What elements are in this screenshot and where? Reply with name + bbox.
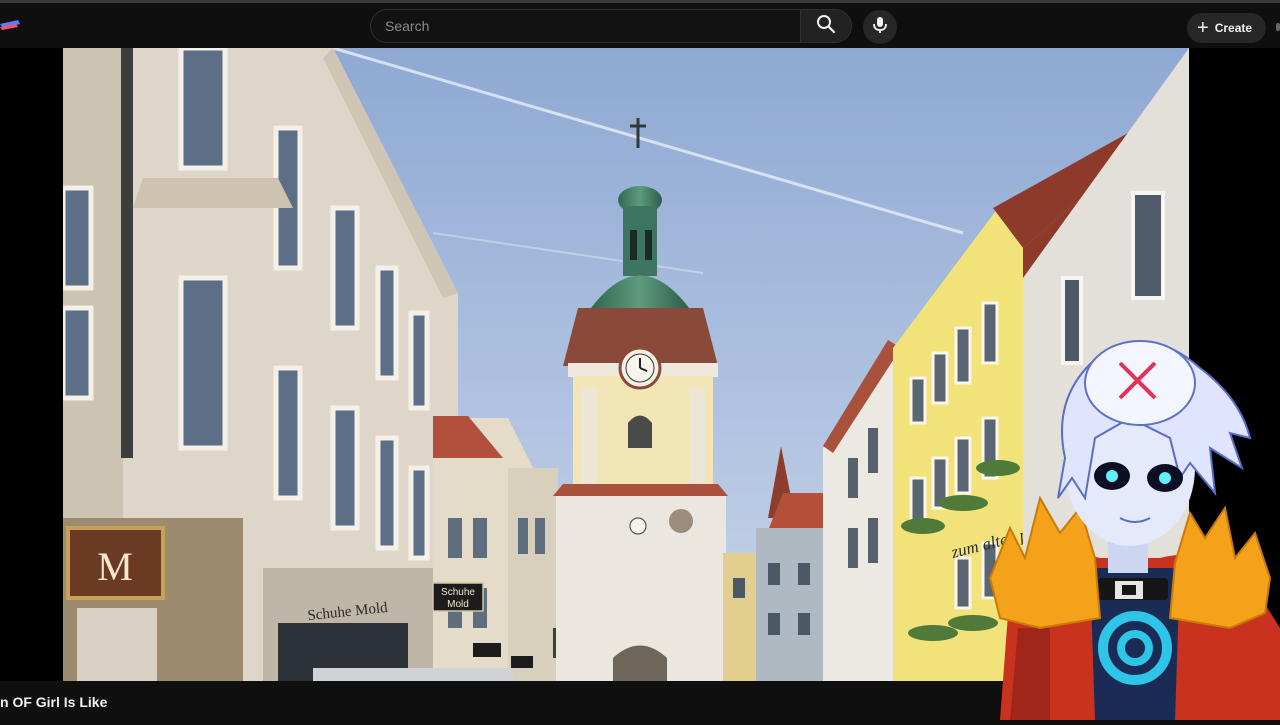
search-input[interactable] [370, 9, 800, 43]
plus-icon: + [1197, 17, 1209, 39]
create-label: Create [1214, 21, 1253, 35]
search-bar [370, 9, 852, 45]
shoe-sign-line1: Schuhe [441, 587, 475, 598]
shoe-sign-line2: Mold [447, 599, 469, 610]
more-icon[interactable] [1276, 23, 1280, 31]
vtuber-avatar [980, 328, 1280, 720]
video-title[interactable]: n OF Girl Is Like [0, 694, 107, 710]
microphone-icon [872, 16, 888, 39]
store-logo: M [97, 544, 133, 589]
top-bar: + Create [0, 0, 1280, 48]
logo-icon[interactable] [0, 15, 22, 37]
search-button[interactable] [800, 9, 852, 43]
search-icon [816, 14, 836, 39]
voice-search-button[interactable] [863, 10, 897, 44]
create-button[interactable]: + Create [1187, 13, 1267, 43]
